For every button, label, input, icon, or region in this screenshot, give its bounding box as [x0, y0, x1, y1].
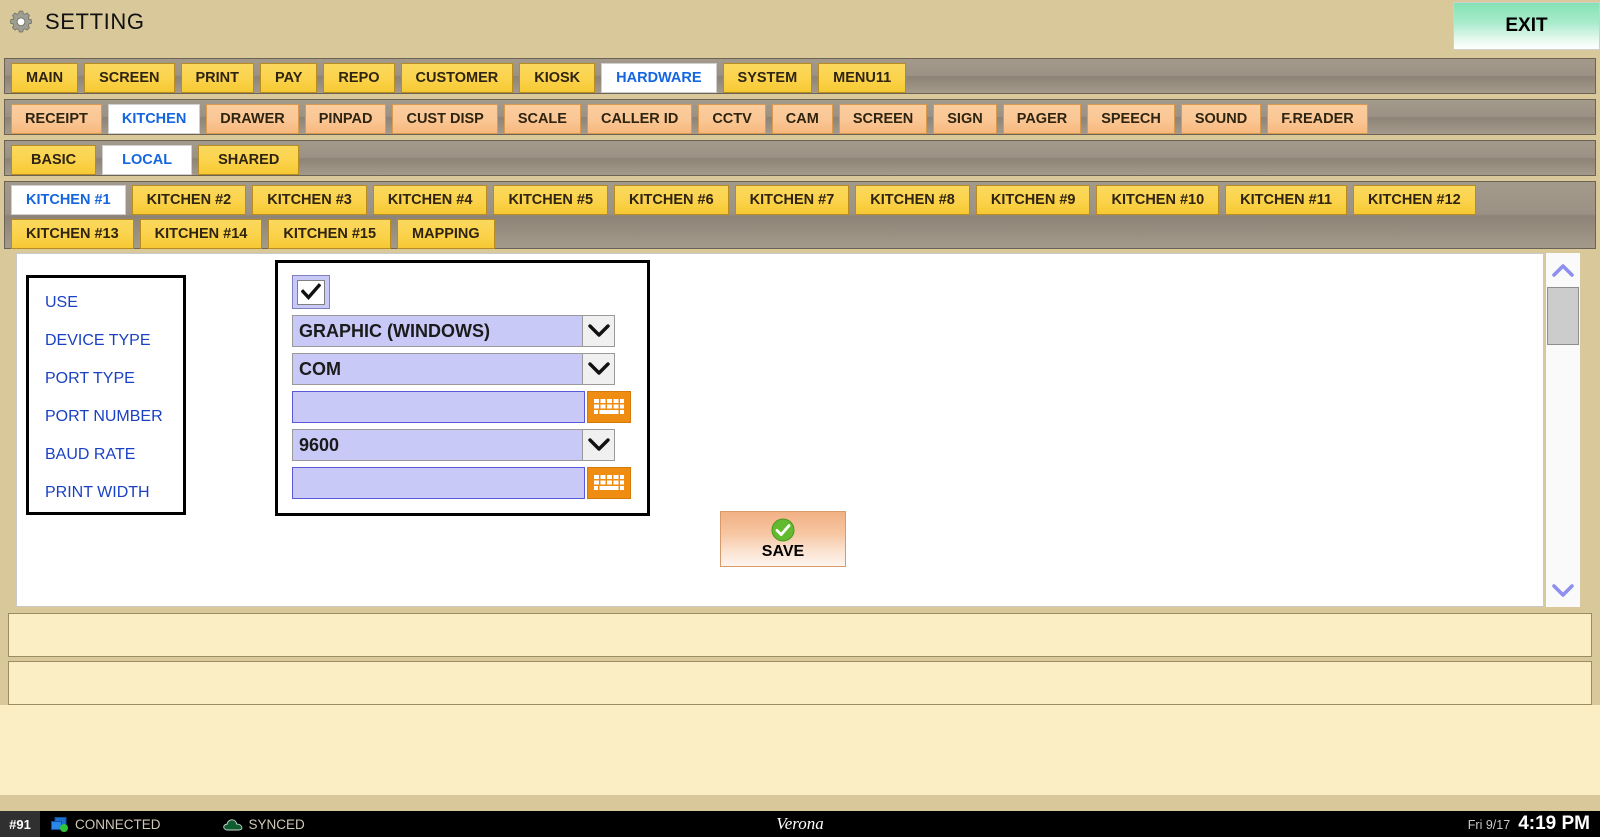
chevron-down-icon: [1552, 583, 1574, 597]
tab-kitchen[interactable]: KITCHEN: [107, 104, 201, 134]
tab-kitchen-3[interactable]: KITCHEN #3: [252, 185, 367, 215]
chevron-up-icon: [1552, 263, 1574, 277]
save-button-label: SAVE: [761, 542, 805, 560]
brand-label: Verona: [776, 814, 824, 833]
tab-kiosk[interactable]: KIOSK: [519, 63, 596, 93]
tab-pay[interactable]: PAY: [260, 63, 318, 93]
status-bar: #91 CONNECTED SYNCED Verona Fri 9/17 4:1…: [0, 811, 1600, 837]
device-type-chevron-down-icon[interactable]: [582, 315, 615, 347]
tab-main[interactable]: MAIN: [11, 63, 79, 93]
tab-kitchen-4[interactable]: KITCHEN #4: [372, 185, 488, 215]
scroll-up-button[interactable]: [1546, 253, 1580, 287]
device-type-select[interactable]: GRAPHIC (WINDOWS): [292, 315, 582, 347]
main-tab-bar: MAIN SCREEN PRINT PAY REPO CUSTOMER KIOSK HARDW…: [4, 58, 1596, 94]
port-number-row: [292, 391, 647, 423]
tab-kitchen-1[interactable]: KITCHEN #1: [11, 185, 126, 215]
gear-icon: [10, 10, 32, 33]
scope-tab-bar: BASIC LOCAL SHARED: [4, 140, 1596, 176]
tab-kitchen-9[interactable]: KITCHEN #9: [975, 185, 1091, 215]
port-type-select[interactable]: COM: [292, 353, 582, 385]
field-controls-box: GRAPHIC (WINDOWS) COM 9600: [275, 260, 650, 516]
label-port-number: PORT NUMBER: [45, 408, 163, 425]
label-baud-rate: BAUD RATE: [45, 446, 136, 463]
tab-mapping[interactable]: MAPPING: [397, 219, 495, 249]
title-group: SETTING: [8, 9, 145, 35]
checkmark-icon: [301, 283, 321, 301]
tab-cust-disp[interactable]: CUST DISP: [392, 104, 498, 134]
use-checkbox[interactable]: [292, 275, 330, 309]
tab-kitchen-6[interactable]: KITCHEN #6: [614, 185, 729, 215]
title-bar: SETTING EXIT: [0, 0, 1600, 52]
tab-cctv[interactable]: CCTV: [698, 104, 766, 134]
exit-button[interactable]: EXIT: [1453, 2, 1600, 50]
label-use: USE: [45, 294, 78, 311]
tab-hardware[interactable]: HARDWARE: [601, 63, 717, 93]
settings-window: SETTING EXIT MAIN SCREEN PRINT PAY REPO CUSTO…: [0, 0, 1600, 837]
tab-pinpad[interactable]: PINPAD: [304, 104, 387, 134]
tab-kitchen-5[interactable]: KITCHEN #5: [493, 185, 609, 215]
port-type-chevron-down-icon[interactable]: [582, 353, 615, 385]
vertical-scrollbar[interactable]: [1546, 253, 1580, 607]
print-width-input[interactable]: [292, 467, 585, 499]
tab-kitchen-10[interactable]: KITCHEN #10: [1096, 185, 1220, 215]
label-port-type: PORT TYPE: [45, 370, 135, 387]
tab-menu11[interactable]: MENU11: [818, 63, 907, 93]
keyboard-icon: [594, 474, 624, 490]
print-width-keyboard-icon[interactable]: [587, 467, 631, 499]
tab-customer[interactable]: CUSTOMER: [400, 63, 514, 93]
tab-kitchen-7[interactable]: KITCHEN #7: [734, 185, 850, 215]
tab-print[interactable]: PRINT: [180, 63, 254, 93]
lower-panel-fill: [0, 705, 1600, 795]
save-button[interactable]: SAVE: [720, 511, 846, 567]
lower-panel-upper: [8, 613, 1592, 657]
lower-panel-lower: [8, 661, 1592, 705]
settings-content-panel: USE DEVICE TYPE PORT TYPE PORT NUMBER BA…: [16, 253, 1544, 607]
tab-pager[interactable]: PAGER: [1002, 104, 1082, 134]
tab-cam[interactable]: CAM: [771, 104, 833, 134]
tab-drawer[interactable]: DRAWER: [206, 104, 299, 134]
tab-caller-id[interactable]: CALLER ID: [586, 104, 693, 134]
baud-rate-row: 9600: [292, 429, 647, 461]
tab-repo[interactable]: REPO: [323, 63, 395, 93]
port-number-input[interactable]: [292, 391, 585, 423]
tab-system[interactable]: SYSTEM: [722, 63, 813, 93]
tab-local[interactable]: LOCAL: [102, 145, 193, 175]
tab-kitchen-15[interactable]: KITCHEN #15: [268, 219, 392, 249]
kitchen-tab-bar: KITCHEN #1 KITCHEN #2 KITCHEN #3 KITCHEN #4…: [4, 181, 1596, 249]
tab-kitchen-8[interactable]: KITCHEN #8: [855, 185, 970, 215]
tab-sound[interactable]: SOUND: [1180, 104, 1262, 134]
tab-kitchen-13[interactable]: KITCHEN #13: [11, 219, 134, 249]
print-width-row: [292, 467, 647, 499]
checkbox-inner: [297, 279, 325, 305]
tab-basic[interactable]: BASIC: [11, 145, 97, 175]
baud-rate-chevron-down-icon[interactable]: [582, 429, 615, 461]
port-type-row: COM: [292, 353, 647, 385]
tab-kitchen-12[interactable]: KITCHEN #12: [1353, 185, 1476, 215]
port-number-keyboard-icon[interactable]: [587, 391, 631, 423]
scrollbar-thumb[interactable]: [1547, 287, 1579, 345]
tab-screen[interactable]: SCREEN: [84, 63, 175, 93]
keyboard-icon: [594, 398, 624, 414]
tab-receipt[interactable]: RECEIPT: [11, 104, 102, 134]
check-circle-icon: [771, 518, 795, 541]
tab-scale[interactable]: SCALE: [503, 104, 581, 134]
tab-shared[interactable]: SHARED: [198, 145, 300, 175]
baud-rate-select[interactable]: 9600: [292, 429, 582, 461]
tab-kitchen-11[interactable]: KITCHEN #11: [1225, 185, 1348, 215]
device-type-row: GRAPHIC (WINDOWS): [292, 315, 647, 347]
tab-kitchen-14[interactable]: KITCHEN #14: [139, 219, 263, 249]
tab-speech[interactable]: SPEECH: [1087, 104, 1175, 134]
tab-f-reader[interactable]: F.READER: [1267, 104, 1368, 134]
tab-screen[interactable]: SCREEN: [838, 104, 928, 134]
device-tab-bar: RECEIPT KITCHEN DRAWER PINPAD CUST DISP SCALE…: [4, 99, 1596, 135]
scroll-down-button[interactable]: [1546, 573, 1580, 607]
page-title: SETTING: [45, 9, 145, 34]
label-device-type: DEVICE TYPE: [45, 332, 151, 349]
field-labels-box: USE DEVICE TYPE PORT TYPE PORT NUMBER BA…: [26, 275, 186, 515]
label-print-width: PRINT WIDTH: [45, 484, 150, 501]
tab-kitchen-2[interactable]: KITCHEN #2: [131, 185, 247, 215]
tab-sign[interactable]: SIGN: [933, 104, 997, 134]
